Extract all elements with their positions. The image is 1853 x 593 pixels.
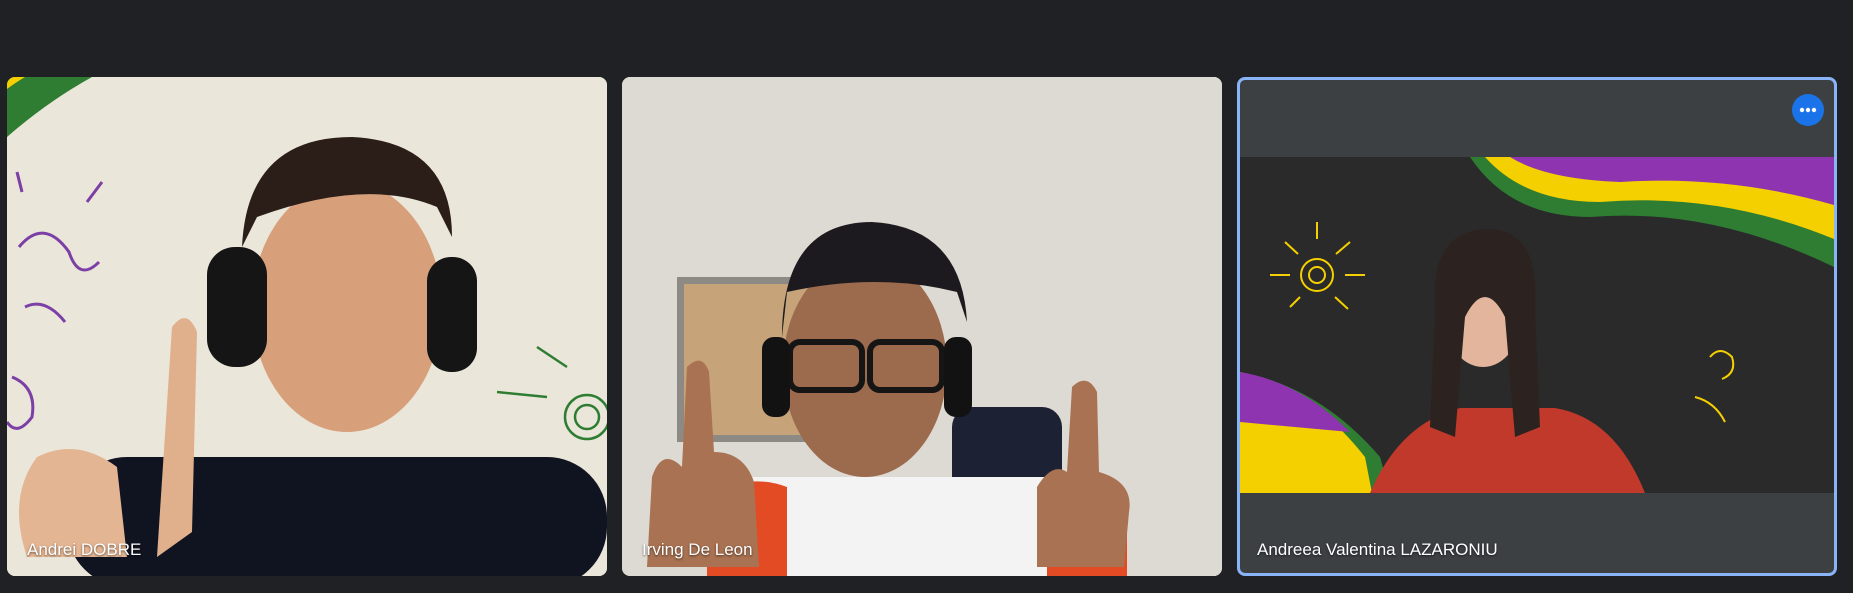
participant-video <box>7 77 607 576</box>
more-options-button[interactable] <box>1792 94 1824 126</box>
participant-name: Andrei DOBRE <box>27 540 142 559</box>
more-horizontal-icon <box>1799 107 1817 113</box>
participant-name: Andreea Valentina LAZARONIU <box>1257 540 1498 559</box>
participant-tile-andrei-dobre[interactable]: Andrei DOBRE <box>7 77 607 576</box>
participant-video <box>1240 157 1834 493</box>
participant-name: Irving De Leon <box>642 540 753 559</box>
participant-video <box>622 77 1222 576</box>
participant-tile-andreea-lazaroniu[interactable]: Andreea Valentina LAZARONIU <box>1237 77 1837 576</box>
participant-tile-irving-de-leon[interactable]: Irving De Leon <box>622 77 1222 576</box>
